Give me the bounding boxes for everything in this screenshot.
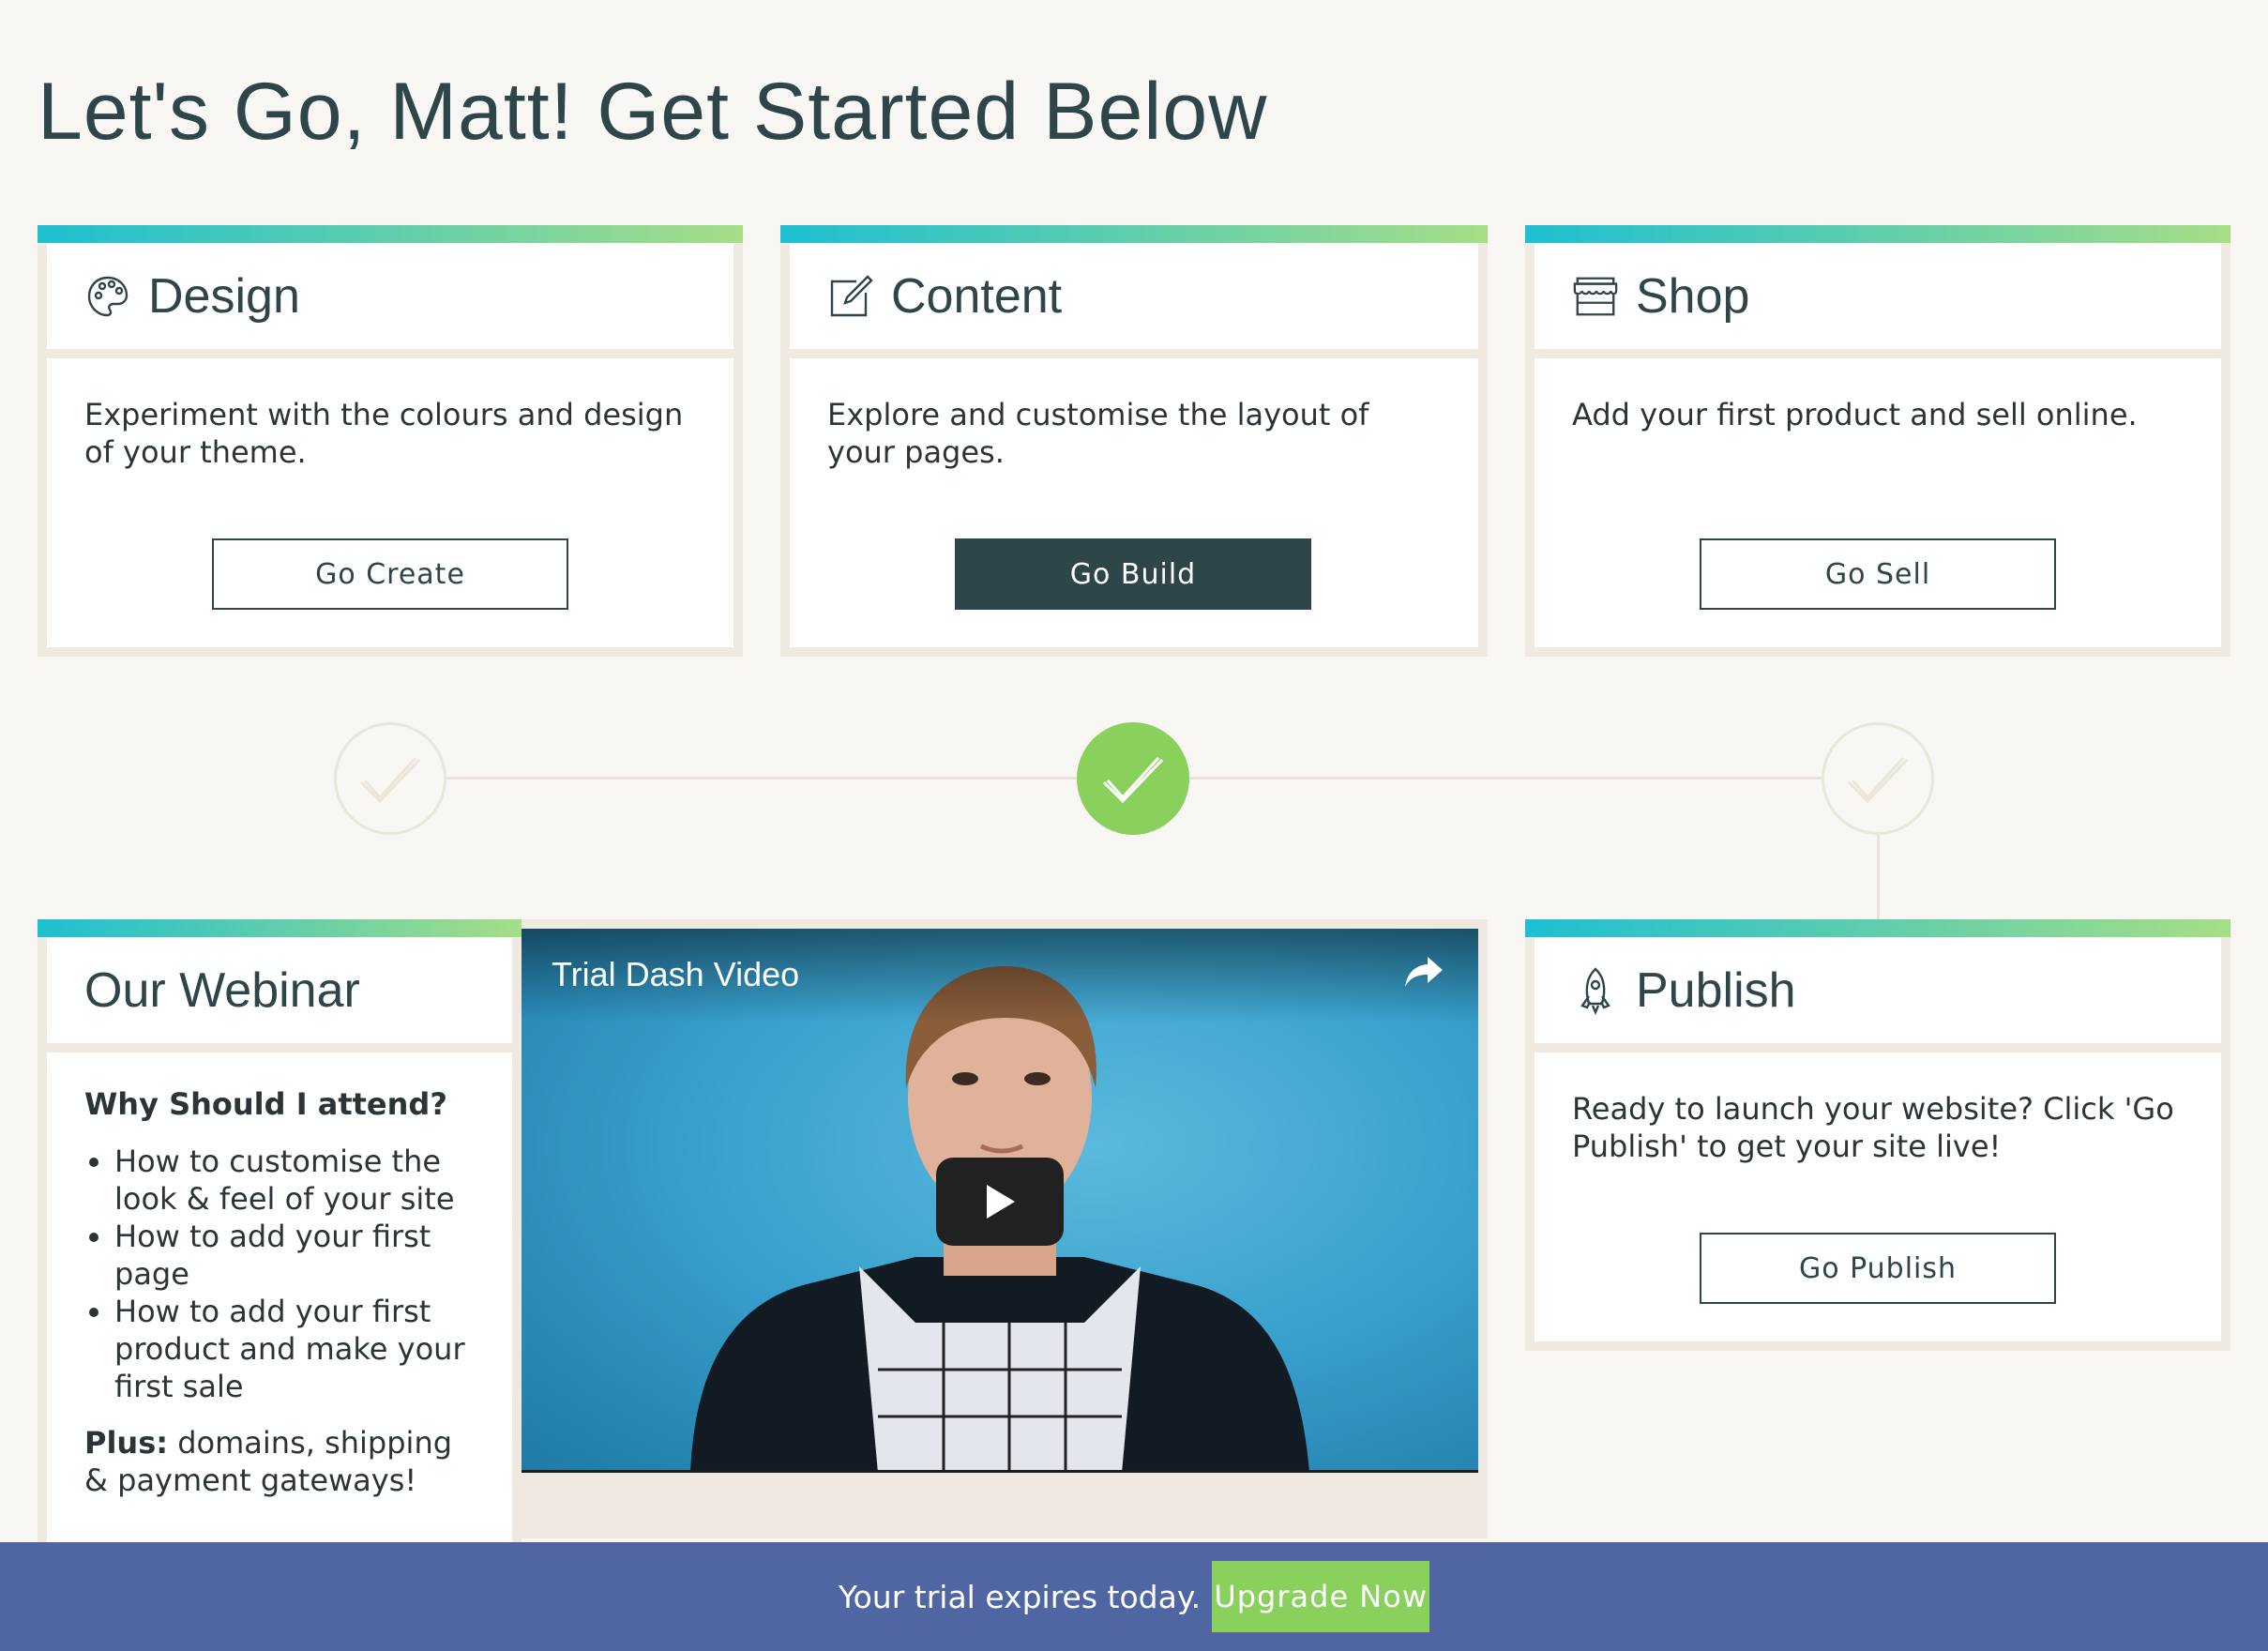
shop-card-title: Shop <box>1636 268 1750 324</box>
check-icon <box>1847 756 1909 804</box>
plus-label: Plus: <box>84 1425 169 1461</box>
go-publish-button[interactable]: Go Publish <box>1700 1233 2056 1304</box>
storefront-icon <box>1572 273 1619 320</box>
webinar-plus-note: Plus: domains, shipping & payment gatewa… <box>84 1424 475 1499</box>
shop-card-description: Add your first product and sell online. <box>1572 397 2138 432</box>
webinar-card-title: Our Webinar <box>84 962 360 1018</box>
webinar-card-header: Our Webinar <box>47 937 512 1043</box>
card-accent-bar <box>1525 919 2230 937</box>
publish-card-body: Ready to launch your website? Click 'Go … <box>1535 1053 2221 1341</box>
video-title[interactable]: Trial Dash Video <box>552 955 799 994</box>
content-step-indicator <box>1077 722 1189 835</box>
webinar-topics-list: How to customise the look & feel of your… <box>84 1143 475 1405</box>
card-accent-bar <box>38 919 522 937</box>
go-build-button[interactable]: Go Build <box>955 538 1311 610</box>
webinar-card: Our Webinar Why Should I attend? How to … <box>38 919 522 1559</box>
video-container: Trial Dash Video <box>522 919 1488 1538</box>
video-player[interactable]: Trial Dash Video <box>522 929 1478 1473</box>
shop-card-header: Shop <box>1535 243 2221 349</box>
content-card-title: Content <box>891 268 1063 324</box>
list-item: How to customise the look & feel of your… <box>114 1143 475 1218</box>
play-icon <box>987 1185 1015 1219</box>
play-button[interactable] <box>936 1158 1064 1246</box>
webinar-card-body: Why Should I attend? How to customise th… <box>47 1053 512 1559</box>
trial-banner: Your trial expires today. Upgrade Now <box>0 1542 2268 1651</box>
design-step-indicator <box>334 722 446 835</box>
share-icon[interactable] <box>1403 955 1444 992</box>
card-accent-bar <box>780 225 1488 243</box>
check-icon <box>359 756 421 804</box>
design-card-header: Design <box>47 243 733 349</box>
shop-step-indicator <box>1822 722 1934 835</box>
list-item: How to add your first product and make y… <box>114 1293 475 1405</box>
card-accent-bar <box>38 225 743 243</box>
design-card-description: Experiment with the colours and design o… <box>84 397 684 470</box>
trial-message: Your trial expires today. <box>838 1578 1202 1615</box>
upgrade-now-button[interactable]: Upgrade Now <box>1212 1561 1430 1632</box>
page-title: Let's Go, Matt! Get Started Below <box>38 67 1268 157</box>
rocket-icon <box>1572 966 1619 1015</box>
publish-card: Publish Ready to launch your website? Cl… <box>1525 919 2230 1351</box>
go-create-button[interactable]: Go Create <box>212 538 568 610</box>
content-card-header: Content <box>790 243 1478 349</box>
design-card-body: Experiment with the colours and design o… <box>47 358 733 647</box>
content-card-body: Explore and customise the layout of your… <box>790 358 1478 647</box>
content-card-description: Explore and customise the layout of your… <box>827 397 1369 470</box>
publish-card-header: Publish <box>1535 937 2221 1043</box>
webinar-heading: Why Should I attend? <box>84 1086 447 1122</box>
edit-icon <box>827 273 874 320</box>
content-card: Content Explore and customise the layout… <box>780 225 1488 657</box>
publish-card-description: Ready to launch your website? Click 'Go … <box>1572 1091 2174 1164</box>
progress-line-vertical <box>1877 833 1880 919</box>
card-accent-bar <box>1525 225 2230 243</box>
publish-card-title: Publish <box>1636 962 1796 1018</box>
shop-card: Shop Add your first product and sell onl… <box>1525 225 2230 657</box>
design-card-title: Design <box>148 268 300 324</box>
shop-card-body: Add your first product and sell online. … <box>1535 358 2221 647</box>
go-sell-button[interactable]: Go Sell <box>1700 538 2056 610</box>
check-icon <box>1102 756 1164 804</box>
list-item: How to add your first page <box>114 1218 475 1293</box>
palette-icon <box>84 273 131 320</box>
design-card: Design Experiment with the colours and d… <box>38 225 743 657</box>
